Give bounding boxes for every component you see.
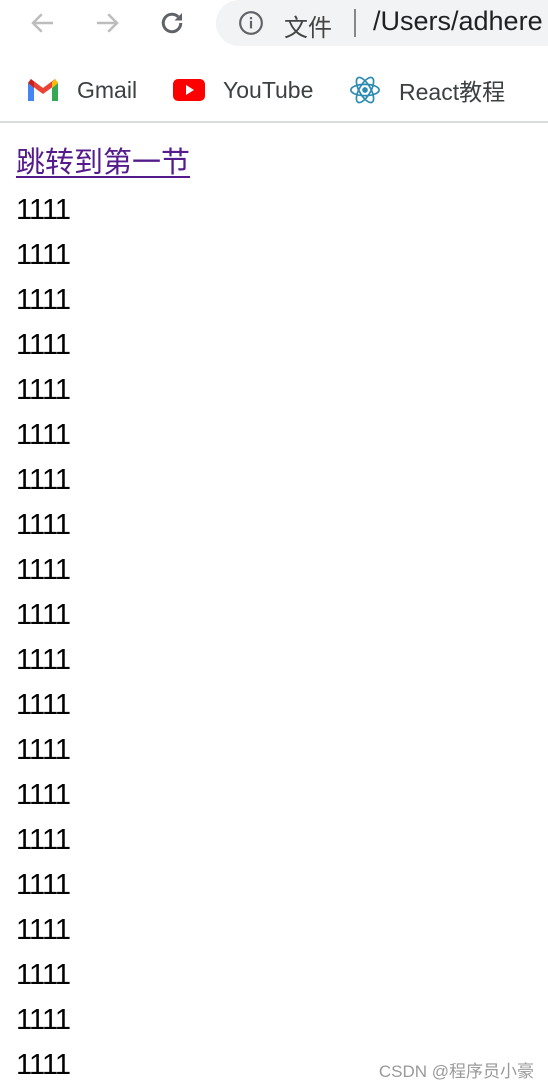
text-line: 1111: [16, 689, 71, 721]
text-line: 1111: [16, 464, 71, 496]
text-line: 1111: [16, 1004, 71, 1036]
bookmark-gmail[interactable]: Gmail: [27, 66, 137, 114]
text-line: 1111: [16, 1049, 71, 1081]
reload-button[interactable]: [155, 6, 189, 40]
gmail-icon: [27, 76, 59, 104]
text-line: 1111: [16, 284, 71, 316]
arrow-right-icon: [97, 13, 119, 33]
bookmark-label: YouTube: [223, 76, 314, 103]
text-line: 1111: [16, 824, 71, 856]
react-icon: [349, 76, 381, 104]
back-button[interactable]: [26, 6, 60, 40]
forward-button[interactable]: [90, 6, 124, 40]
reload-icon: [161, 12, 183, 34]
bookmark-label: Gmail: [77, 76, 138, 103]
text-line: 1111: [16, 734, 71, 766]
jump-to-section-link[interactable]: 跳转到第一节: [16, 143, 190, 188]
bookmark-youtube[interactable]: YouTube: [173, 66, 313, 114]
browser-toolbar: 文件 /Users/adhere: [0, 0, 548, 46]
toolbar-divider: [0, 121, 548, 123]
text-line: 1111: [16, 914, 71, 946]
arrow-left-icon: [31, 13, 53, 33]
text-line: 1111: [16, 374, 71, 406]
text-line: 1111: [16, 239, 71, 271]
info-icon[interactable]: [238, 10, 264, 36]
scheme-label: 文件: [284, 15, 332, 42]
youtube-icon: [173, 76, 205, 104]
text-line: 1111: [16, 194, 71, 226]
text-line: 1111: [16, 509, 71, 541]
text-line: 1111: [16, 779, 71, 811]
text-line: 1111: [16, 599, 71, 631]
page-content: 跳转到第一节 1111 1111 1111 1111 1111 1111 1111 1111 1…: [16, 143, 190, 1088]
text-line: 1111: [16, 329, 71, 361]
url-text[interactable]: /Users/adhere: [373, 6, 543, 37]
address-bar[interactable]: 文件 /Users/adhere: [216, 0, 548, 46]
text-line: 1111: [16, 869, 71, 901]
bookmarks-bar: Gmail YouTube React教程: [0, 66, 548, 114]
text-lines: 1111 1111 1111 1111 1111 1111 1111 1111 1111 1111…: [16, 188, 190, 1088]
separator: [354, 9, 356, 37]
watermark: CSDN @程序员小豪: [378, 1062, 534, 1081]
text-line: 1111: [16, 644, 71, 676]
text-line: 1111: [16, 554, 71, 586]
bookmark-react[interactable]: React教程: [349, 66, 505, 114]
text-line: 1111: [16, 959, 71, 991]
text-line: 1111: [16, 419, 71, 451]
bookmark-label: React教程: [399, 79, 506, 105]
